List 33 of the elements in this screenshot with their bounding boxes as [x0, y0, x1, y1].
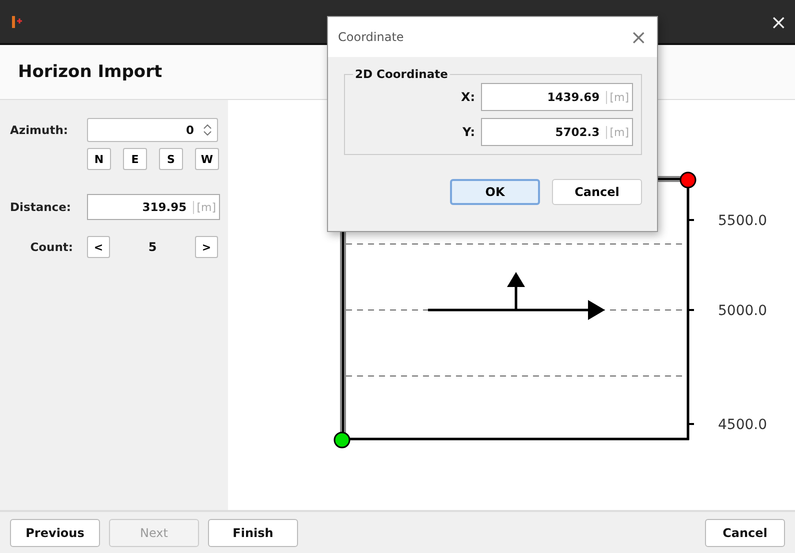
- previous-count-button[interactable]: <: [87, 236, 110, 258]
- wizard-button[interactable]: Previous: [10, 518, 100, 546]
- close-button[interactable]: ×: [770, 10, 787, 34]
- end-point-marker[interactable]: [680, 172, 696, 188]
- spinner-arrows-icon[interactable]: [202, 123, 213, 137]
- direction-button[interactable]: N: [87, 148, 111, 170]
- field-label: Azimuth:: [10, 123, 69, 137]
- dialog-title: Coordinate: [338, 30, 404, 44]
- coordinate-field[interactable]: 1439.69 [m]: [481, 83, 633, 111]
- direction-button[interactable]: S: [159, 148, 183, 170]
- page-title: Horizon Import: [18, 62, 162, 82]
- axis-tick-label: 4500.0: [718, 417, 767, 433]
- dialog-button[interactable]: OK: [450, 179, 540, 205]
- start-point-marker[interactable]: [334, 432, 350, 448]
- coordinate-field[interactable]: 5702.3 [m]: [481, 118, 633, 146]
- count-value: 5: [147, 240, 158, 254]
- distance-field[interactable]: 319.95 [m]: [87, 194, 220, 220]
- wizard-button[interactable]: Finish: [208, 518, 298, 546]
- field-label: Distance:: [10, 200, 72, 214]
- axis-tick-label: 5500.0: [718, 213, 767, 229]
- next-count-button[interactable]: >: [195, 236, 218, 258]
- group-title: 2D Coordinate: [354, 67, 449, 81]
- app-icon: [12, 14, 22, 28]
- field-label: X:: [460, 90, 475, 104]
- cancel-button[interactable]: Cancel: [705, 518, 785, 546]
- close-button[interactable]: ×: [630, 25, 647, 49]
- field-label: Y:: [462, 125, 475, 139]
- dialog-button[interactable]: Cancel: [552, 179, 642, 205]
- azimuth-spinbox[interactable]: 0: [87, 118, 218, 142]
- axis-tick-label: 5000.0: [718, 303, 767, 319]
- direction-button[interactable]: E: [123, 148, 147, 170]
- direction-button[interactable]: W: [195, 148, 219, 170]
- field-label: Count:: [29, 240, 73, 254]
